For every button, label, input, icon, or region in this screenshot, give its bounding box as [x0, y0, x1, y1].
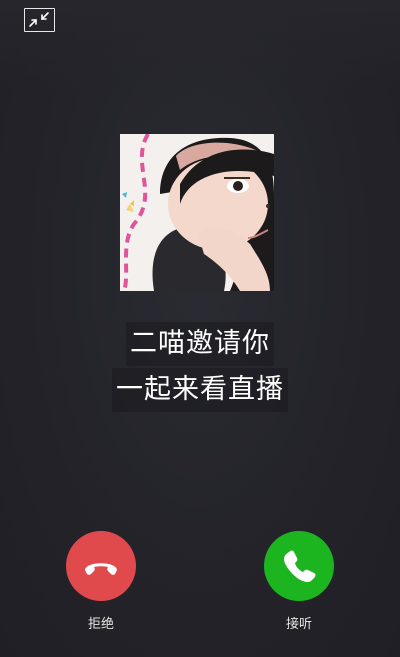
top-shade: [0, 0, 400, 90]
call-message-line2: 一起来看直播: [112, 368, 288, 412]
minimize-button[interactable]: [24, 8, 55, 32]
accept-label: 接听: [285, 617, 312, 632]
accept-button[interactable]: [264, 531, 334, 601]
decline-button[interactable]: [66, 531, 136, 601]
incoming-call-screen: 二喵邀请你 一起来看直播 拒绝 接听: [0, 0, 400, 657]
hang-up-phone-icon: [85, 563, 117, 575]
phone-icon: [284, 550, 316, 582]
minimize-window-icon: [29, 12, 49, 27]
call-message: 二喵邀请你 一起来看直播: [0, 322, 400, 414]
call-message-line1: 二喵邀请你: [126, 322, 274, 366]
caller-avatar: [120, 134, 274, 291]
decline-label: 拒绝: [87, 617, 114, 632]
